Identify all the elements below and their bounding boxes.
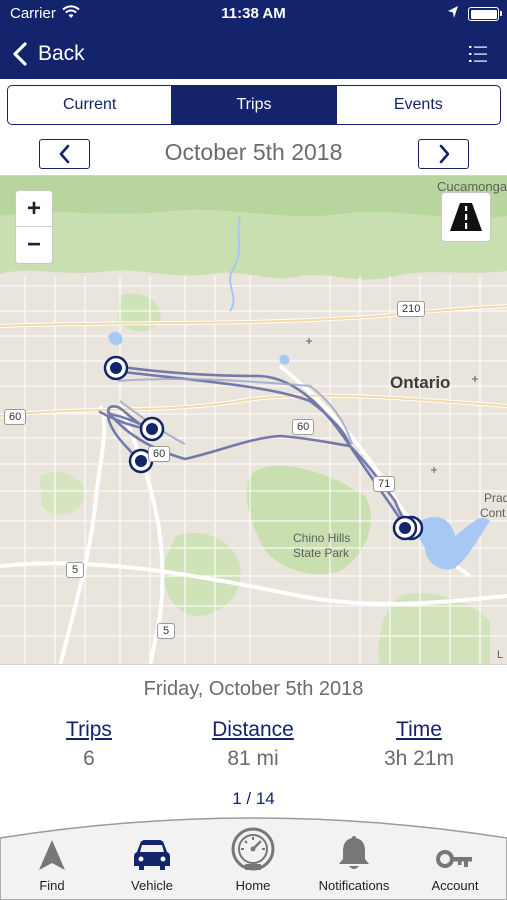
- back-button[interactable]: Back: [10, 38, 85, 70]
- status-time: 11:38 AM: [221, 5, 286, 22]
- map-legal-label: L: [497, 649, 504, 661]
- distance-stat: Distance 81 mi: [173, 718, 333, 771]
- chevron-left-icon: [59, 144, 69, 164]
- tab-vehicle-label: Vehicle: [131, 878, 173, 893]
- bell-icon: [339, 836, 369, 869]
- tab-notifications[interactable]: Notifications: [304, 828, 404, 900]
- route-shield-60-mid: 60: [148, 446, 171, 462]
- battery-icon: [468, 7, 502, 21]
- tab-account-label: Account: [431, 878, 479, 893]
- key-icon: [436, 850, 472, 868]
- summary-date: Friday, October 5th 2018: [143, 678, 364, 700]
- tab-current[interactable]: Current: [8, 86, 173, 124]
- route-shield-210: 210: [397, 301, 426, 317]
- car-icon: [134, 840, 170, 870]
- next-day-button[interactable]: [418, 139, 469, 169]
- bottom-tab-bar: Find Vehicle Home Notifications Account: [0, 808, 507, 900]
- list-menu-icon[interactable]: [466, 42, 490, 66]
- distance-value: 81 mi: [227, 747, 279, 770]
- map-label-ontario: Ontario: [390, 373, 451, 392]
- tab-account[interactable]: Account: [405, 828, 505, 900]
- route-shield-5-south: 5: [157, 623, 176, 639]
- tab-trips[interactable]: Trips: [172, 86, 337, 124]
- nav-bar: Carrier 11:38 AM Back: [0, 0, 507, 79]
- route-shield-5-north: 5: [66, 562, 85, 578]
- date-title: October 5th 2018: [164, 139, 343, 165]
- tab-home[interactable]: Home: [203, 827, 303, 900]
- time-value: 3h 21m: [383, 747, 455, 770]
- map-background: [0, 176, 507, 664]
- page-indicator: 1 / 14: [232, 789, 275, 808]
- route-shield-60-east: 60: [292, 419, 315, 435]
- road-icon: [450, 203, 482, 231]
- route-shield-60-west: 60: [4, 409, 27, 425]
- status-bar: Carrier 11:38 AM: [0, 0, 507, 28]
- zoom-control: + −: [15, 190, 53, 264]
- tab-home-label: Home: [235, 878, 271, 893]
- zoom-in-button[interactable]: +: [16, 191, 52, 227]
- time-link[interactable]: Time: [339, 718, 499, 742]
- chevron-right-icon: [439, 144, 449, 164]
- map-label-chino-hills: Chino Hills: [293, 531, 351, 545]
- trips-value: 6: [83, 747, 95, 770]
- route-shield-71: 71: [373, 476, 396, 492]
- trip-map[interactable]: Cucamonga Ontario Chino Hills State Park…: [0, 175, 507, 665]
- location-arrow-icon: [448, 6, 458, 18]
- tab-notifications-label: Notifications: [318, 878, 390, 893]
- date-navigator: October 5th 2018: [0, 134, 507, 174]
- chevron-left-icon: [13, 42, 27, 66]
- tab-find[interactable]: Find: [2, 828, 102, 900]
- time-stat: Time 3h 21m: [339, 718, 499, 771]
- navigation-arrow-icon: [39, 840, 65, 870]
- map-label-prado: Prad: [484, 491, 507, 505]
- tab-vehicle[interactable]: Vehicle: [102, 828, 202, 900]
- map-label-state-park: State Park: [293, 546, 350, 560]
- traffic-toggle-button[interactable]: [441, 192, 491, 242]
- segmented-control: Current Trips Events: [7, 85, 501, 125]
- previous-day-button[interactable]: [39, 139, 90, 169]
- trips-link[interactable]: Trips: [9, 718, 169, 742]
- zoom-out-button[interactable]: −: [16, 227, 52, 263]
- tab-events[interactable]: Events: [337, 86, 500, 124]
- back-label: Back: [38, 42, 85, 65]
- tab-find-label: Find: [39, 878, 65, 893]
- trips-stat: Trips 6: [9, 718, 169, 771]
- map-label-prado-cont: Cont: [480, 506, 506, 520]
- speedometer-icon: [231, 827, 275, 871]
- distance-link[interactable]: Distance: [173, 718, 333, 742]
- app-screen: Carrier 11:38 AM Back Current Trips Even…: [0, 0, 507, 900]
